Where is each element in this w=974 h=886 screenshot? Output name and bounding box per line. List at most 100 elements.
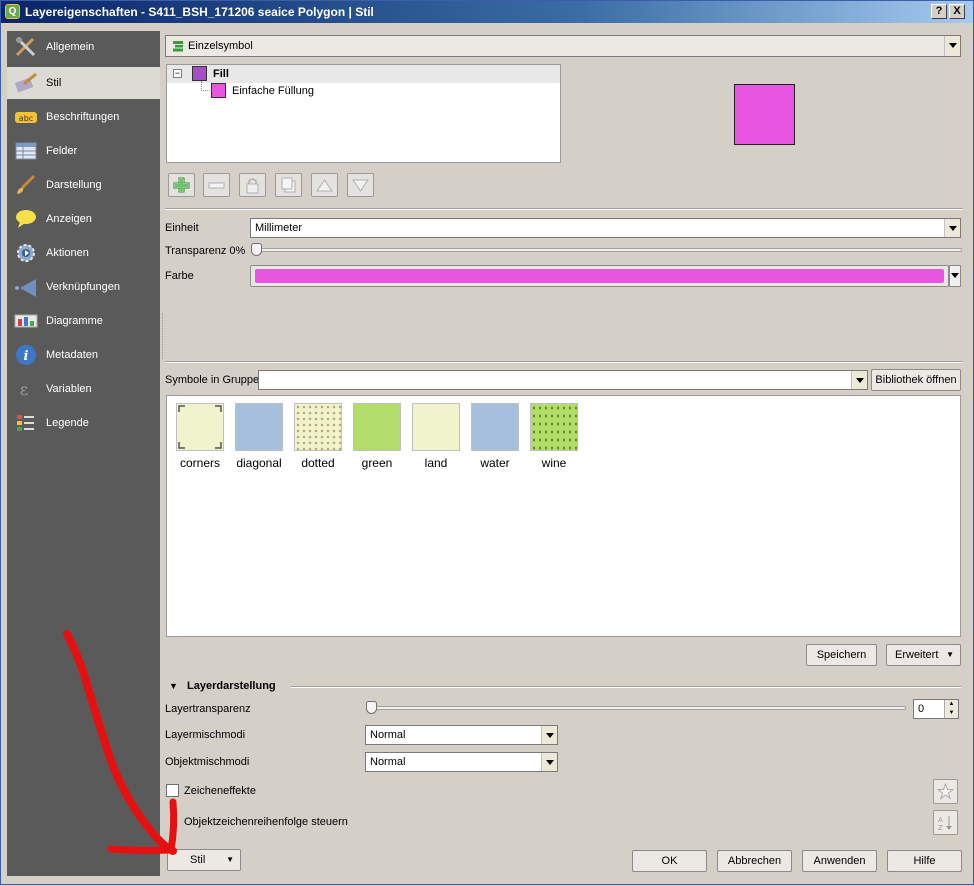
color-menu-button[interactable] <box>949 265 961 287</box>
symbol-dotted[interactable] <box>294 403 342 451</box>
help-button[interactable]: Hilfe <box>887 850 962 872</box>
effects-label: Zeicheneffekte <box>184 785 256 797</box>
speech-bubble-icon <box>16 210 36 228</box>
remove-layer-button[interactable] <box>203 173 230 197</box>
feature-blend-value: Normal <box>370 756 406 768</box>
transparency-slider[interactable] <box>251 248 962 252</box>
sidebar-item-diagramme[interactable]: Diagramme <box>7 305 160 337</box>
chevron-down-icon: ▼ <box>946 650 954 659</box>
add-layer-button[interactable] <box>168 173 195 197</box>
renderer-select[interactable]: Einzelsymbol <box>165 35 961 57</box>
layer-transparency-handle[interactable] <box>366 701 377 714</box>
layer-blend-label: Layermischmodi <box>165 729 246 741</box>
ok-button[interactable]: OK <box>632 850 707 872</box>
tree-root-label: Fill <box>213 68 229 80</box>
layer-properties-window: Q Layereigenschaften - S411_BSH_171206 s… <box>0 0 974 885</box>
close-title-button[interactable]: X <box>949 4 965 19</box>
lock-layer-button[interactable] <box>239 173 266 197</box>
sidebar-item-felder[interactable]: Felder <box>7 135 160 167</box>
symbol-label-wine: wine <box>541 456 567 470</box>
sidebar-item-anzeigen[interactable]: Anzeigen <box>7 203 160 235</box>
plus-icon <box>173 177 190 193</box>
gear-icon <box>17 244 35 262</box>
tree-child-row[interactable]: Einfache Füllung <box>211 83 351 101</box>
color-button[interactable] <box>250 265 949 287</box>
unit-label: Einheit <box>165 222 199 234</box>
sidebar-item-label: Beschriftungen <box>46 111 120 123</box>
advanced-label: Erweitert <box>895 649 939 661</box>
cancel-button[interactable]: Abbrechen <box>717 850 792 872</box>
symbol-group-select[interactable] <box>258 370 868 390</box>
table-icon <box>15 142 37 160</box>
svg-text:i: i <box>24 349 29 364</box>
symbol-land[interactable] <box>412 403 460 451</box>
symbol-wine[interactable] <box>530 403 578 451</box>
layer-transparency-value: 0 <box>918 703 925 715</box>
sidebar-item-beschriftungen[interactable]: abc Beschriftungen <box>7 101 160 133</box>
sidebar-item-metadaten[interactable]: i Metadaten <box>7 339 160 371</box>
sidebar-item-label: Legende <box>46 417 89 429</box>
sidebar-item-label: Metadaten <box>46 349 98 361</box>
sidebar-item-variablen[interactable]: ε Variablen <box>7 373 160 405</box>
advanced-button[interactable]: Erweitert ▼ <box>886 644 961 666</box>
window-title: Layereigenschaften - S411_BSH_171206 sea… <box>25 5 374 19</box>
effects-checkbox[interactable] <box>166 784 179 797</box>
layer-blend-value: Normal <box>370 729 406 741</box>
duplicate-layer-button[interactable] <box>275 173 302 197</box>
collapse-icon[interactable]: − <box>173 69 182 78</box>
symbol-group-label: Symbole in Gruppe <box>165 374 260 386</box>
chevron-down-icon <box>541 726 557 744</box>
effects-settings-button[interactable] <box>933 779 958 804</box>
transparency-slider-handle[interactable] <box>251 243 262 256</box>
sidebar-item-label: Felder <box>46 145 78 157</box>
help-title-button[interactable]: ? <box>931 4 947 19</box>
sidebar-item-label: Allgemein <box>46 41 95 53</box>
layer-blend-select[interactable]: Normal <box>365 725 558 745</box>
tree-child-label: Einfache Füllung <box>232 85 314 97</box>
sidebar-item-legende[interactable]: Legende <box>7 407 160 439</box>
spin-up-icon[interactable]: ▲ <box>944 700 958 709</box>
sidebar-item-allgemein[interactable]: Allgemein <box>7 31 160 63</box>
tools-icon <box>15 37 36 57</box>
apply-button[interactable]: Anwenden <box>802 850 877 872</box>
save-symbol-button[interactable]: Speichern <box>806 644 877 666</box>
sidebar: Allgemein Stil abc Beschriftungen Felder… <box>7 31 160 876</box>
layer-transparency-slider[interactable] <box>366 706 906 710</box>
renderer-value: Einzelsymbol <box>188 40 253 52</box>
move-up-button[interactable] <box>311 173 338 197</box>
move-down-button[interactable] <box>347 173 374 197</box>
layer-render-title[interactable]: Layerdarstellung <box>187 680 276 692</box>
minus-icon <box>208 182 225 189</box>
symbol-label-water: water <box>480 456 510 470</box>
sidebar-item-darstellung[interactable]: Darstellung <box>7 169 160 201</box>
layer-transparency-spinbox[interactable]: 0 ▲ ▼ <box>913 699 959 719</box>
symbol-water[interactable] <box>471 403 519 451</box>
symbol-label-land: land <box>424 456 448 470</box>
tree-connector <box>201 81 210 91</box>
open-library-button[interactable]: Bibliothek öffnen <box>871 369 961 391</box>
sidebar-item-stil[interactable]: Stil <box>7 67 160 99</box>
order-label: Objektzeichenreihenfolge steuern <box>184 816 348 828</box>
symbol-corners[interactable] <box>176 403 224 451</box>
symbol-green[interactable] <box>353 403 401 451</box>
order-settings-button[interactable]: AZ <box>933 810 958 835</box>
tree-root-row[interactable]: − Fill <box>167 65 560 83</box>
sidebar-item-aktionen[interactable]: Aktionen <box>7 237 160 269</box>
legend-icon <box>17 415 34 431</box>
arrow-up-icon <box>316 179 333 192</box>
style-menu-button[interactable]: Stil ▼ <box>167 849 241 871</box>
collapse-arrow-icon[interactable]: ▼ <box>169 681 178 691</box>
feature-blend-label: Objektmischmodi <box>165 756 250 768</box>
fill-swatch <box>192 66 207 81</box>
divider <box>165 208 963 210</box>
symbol-diagonal[interactable] <box>235 403 283 451</box>
sidebar-item-verknuepfungen[interactable]: Verknüpfungen <box>7 271 160 303</box>
brush-icon <box>17 174 36 194</box>
feature-blend-select[interactable]: Normal <box>365 752 558 772</box>
spin-down-icon[interactable]: ▼ <box>944 709 958 718</box>
unit-select[interactable]: Millimeter <box>250 218 961 238</box>
corners-pattern-icon <box>178 405 222 449</box>
color-label: Farbe <box>165 270 194 282</box>
symbol-layer-tree[interactable]: − Fill Einfache Füllung <box>166 64 561 163</box>
splitter-handle[interactable] <box>162 313 164 359</box>
